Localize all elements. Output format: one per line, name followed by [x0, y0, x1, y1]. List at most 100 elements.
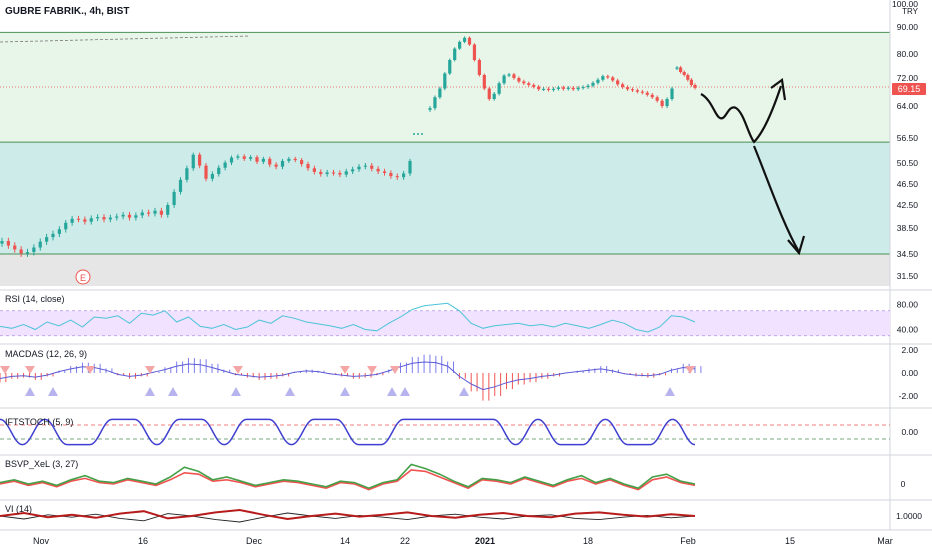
candle-body — [462, 37, 467, 42]
candle-body — [616, 80, 620, 85]
sell-signal-triangle — [367, 366, 377, 374]
price-tick-label: 72.00 — [897, 73, 919, 83]
buy-signal-triangle — [25, 387, 35, 396]
candle-body — [344, 171, 348, 175]
candle-body — [242, 156, 246, 159]
candle-body — [204, 165, 208, 179]
candle-body — [140, 212, 144, 216]
candle-body — [229, 157, 234, 163]
candle-body — [650, 94, 654, 98]
iftstoch-pane: 0.00 — [0, 418, 918, 446]
candle-body — [408, 160, 412, 174]
candle-body — [448, 60, 452, 74]
candle-body — [325, 172, 329, 175]
price-tick-label: 46.50 — [897, 179, 919, 189]
candle-body — [665, 99, 669, 106]
candle-body — [357, 166, 361, 170]
buy-signal-triangle — [400, 387, 410, 396]
candle-body — [566, 87, 570, 89]
earnings-marker-label: E — [80, 273, 86, 283]
candle-body — [655, 97, 659, 101]
buy-signal-triangle — [145, 387, 155, 396]
candle-body — [210, 174, 214, 179]
candle-body — [319, 171, 323, 175]
candle-body — [312, 168, 316, 172]
sell-signal-triangle — [233, 366, 243, 374]
candle-body — [621, 84, 625, 88]
candle-body — [249, 157, 253, 159]
candle-body — [537, 86, 541, 90]
candle-body — [686, 75, 690, 80]
price-tick-label: 31.50 — [897, 271, 919, 281]
buy-signal-triangle — [459, 387, 469, 396]
candle-body — [561, 87, 565, 89]
candle-body — [640, 91, 644, 93]
candle-body — [45, 237, 49, 242]
chart-title: GUBRE FABRIK., 4h, BIST — [5, 6, 129, 17]
candle-body — [497, 83, 501, 94]
candle-body — [625, 87, 630, 90]
candle-body — [287, 158, 291, 161]
candle-body — [172, 191, 176, 205]
candle-body — [382, 171, 387, 173]
candle-body — [331, 172, 336, 174]
candle-body — [606, 76, 610, 78]
candle-body — [13, 245, 17, 250]
macd-tick-label: 0.00 — [901, 368, 918, 378]
candle-body — [83, 219, 87, 222]
iftstoch-tick-label: 0.00 — [901, 427, 918, 437]
candle-body — [223, 162, 227, 168]
price-tick-label: 38.50 — [897, 223, 919, 233]
bsvp-title: BSVP_XeL (3, 27) — [5, 459, 78, 469]
candle-body — [541, 88, 546, 90]
candle-body — [70, 218, 74, 223]
time-tick-label: 2021 — [475, 536, 495, 546]
candle-body — [453, 48, 457, 60]
time-axis[interactable]: Nov 16 Dec 14 22 2021 18 Feb 15 Mar — [33, 536, 893, 546]
macd-title: MACDAS (12, 26, 9) — [5, 349, 87, 359]
candle-body — [438, 88, 442, 98]
rsi-pane: 80.00 40.00 — [0, 300, 918, 337]
price-zones — [0, 31, 890, 286]
price-axis[interactable]: 100.0090.0080.0072.0064.0056.5050.5046.5… — [892, 0, 918, 281]
candle-body — [338, 172, 342, 175]
candle-body — [635, 90, 640, 92]
time-tick-label: 14 — [340, 536, 350, 546]
sell-signal-triangle — [25, 366, 35, 374]
candle-body — [306, 164, 310, 169]
time-tick-label: 22 — [400, 536, 410, 546]
candle-body — [191, 154, 195, 169]
candle-body — [675, 67, 679, 69]
candle-body — [64, 222, 68, 230]
trading-chart[interactable]: E 80.00 40.00 2.00 0.00 -2.00 0.00 0 1.0000… — [0, 0, 932, 550]
candle-body — [682, 72, 686, 75]
candle-body — [268, 158, 272, 165]
candle-body — [645, 92, 649, 95]
candle-body — [660, 100, 664, 106]
candle-body — [467, 37, 472, 45]
time-tick-label: 16 — [138, 536, 148, 546]
buy-signal-triangle — [285, 387, 295, 396]
candle-body — [76, 218, 81, 220]
candle-body — [512, 74, 516, 78]
candle-body — [693, 85, 697, 88]
candle-body — [532, 85, 536, 87]
candle-body — [492, 93, 496, 99]
candle-body — [115, 216, 119, 218]
macd-tick-label: -2.00 — [899, 391, 919, 401]
candle-body — [443, 73, 447, 89]
last-price-badge: 69.15 — [892, 83, 926, 95]
zone-teal — [0, 142, 890, 254]
time-tick-label: 18 — [583, 536, 593, 546]
candle-body — [670, 88, 674, 99]
candle-body — [32, 247, 36, 253]
time-tick-label: Feb — [680, 536, 696, 546]
candle-body — [601, 76, 605, 80]
candle-body — [402, 173, 406, 178]
candle-body — [428, 108, 432, 110]
candle-body — [159, 210, 163, 215]
candle-body — [261, 158, 265, 162]
rsi-title: RSI (14, close) — [5, 294, 65, 304]
candle-body — [389, 172, 393, 177]
candle-body — [293, 158, 297, 161]
